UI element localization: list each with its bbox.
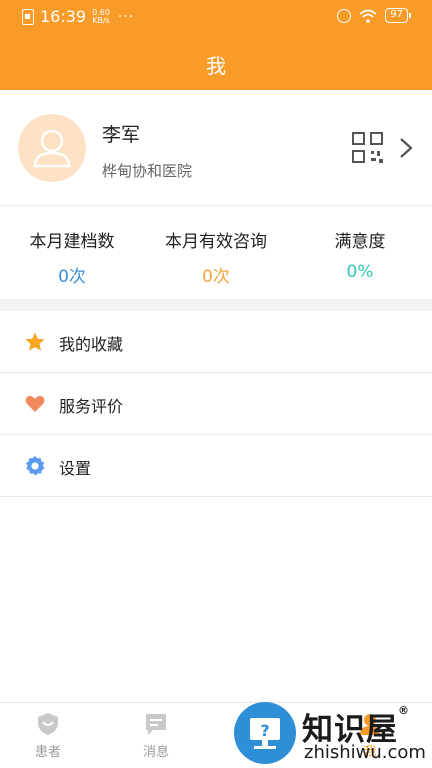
section-divider xyxy=(0,299,432,311)
app-header: 16:39 0.60 KB/s ··· 97 我 xyxy=(0,0,432,90)
monthly-stats: 本月建档数 0次 本月有效咨询 0次 满意度 0% xyxy=(0,207,432,299)
sim-icon xyxy=(22,8,34,25)
stat-value: 0次 xyxy=(58,267,86,287)
heart-icon xyxy=(25,395,45,412)
menu-label: 设置 xyxy=(59,459,92,478)
user-avatar-icon xyxy=(33,129,71,168)
watermark-url: zhishiwu.com xyxy=(304,742,426,763)
question-screen-icon: ? xyxy=(250,718,280,749)
stat-label: 本月建档数 xyxy=(29,232,115,252)
stat-label: 满意度 xyxy=(334,232,386,252)
battery-indicator: 97 xyxy=(385,8,411,23)
watermark-logo: ? xyxy=(234,702,296,764)
tab-messages[interactable]: 消息 xyxy=(126,711,186,760)
tab-patients[interactable]: 患者 xyxy=(18,711,78,760)
stat-consultations[interactable]: 本月有效咨询 0次 xyxy=(157,227,275,287)
wifi-icon xyxy=(359,9,377,23)
hospital-name: 桦甸协和医院 xyxy=(102,162,193,180)
message-icon xyxy=(146,714,166,735)
user-name: 李军 xyxy=(102,124,141,146)
stat-value: 0次 xyxy=(202,267,230,287)
gear-icon xyxy=(25,456,45,476)
svg-text:?: ? xyxy=(260,721,269,740)
menu-item-favorites[interactable]: 我的收藏 xyxy=(0,311,432,373)
menu-label: 服务评价 xyxy=(59,397,124,416)
status-time: 16:39 xyxy=(40,7,87,26)
stat-value: 0% xyxy=(346,262,374,282)
star-icon xyxy=(25,332,45,351)
page-title: 我 xyxy=(206,54,226,78)
stat-archives[interactable]: 本月建档数 0次 xyxy=(22,227,122,287)
tab-label: 消息 xyxy=(142,745,169,760)
stat-label: 本月有效咨询 xyxy=(165,232,267,252)
alarm-icon xyxy=(337,8,352,23)
menu-item-service-review[interactable]: 服务评价 xyxy=(0,373,432,435)
status-bar: 16:39 0.60 KB/s ··· 97 xyxy=(0,0,432,34)
chevron-right-icon[interactable] xyxy=(398,136,414,160)
tab-label: 患者 xyxy=(34,745,61,760)
avatar[interactable] xyxy=(18,114,86,182)
qr-code-icon[interactable] xyxy=(351,131,385,165)
more-notifications: ··· xyxy=(117,8,135,25)
stat-satisfaction[interactable]: 满意度 0% xyxy=(322,227,398,282)
menu-label: 我的收藏 xyxy=(59,335,124,354)
network-speed: 0.60 KB/s xyxy=(92,7,110,25)
patient-icon xyxy=(38,713,58,735)
menu-item-settings[interactable]: 设置 xyxy=(0,435,432,497)
